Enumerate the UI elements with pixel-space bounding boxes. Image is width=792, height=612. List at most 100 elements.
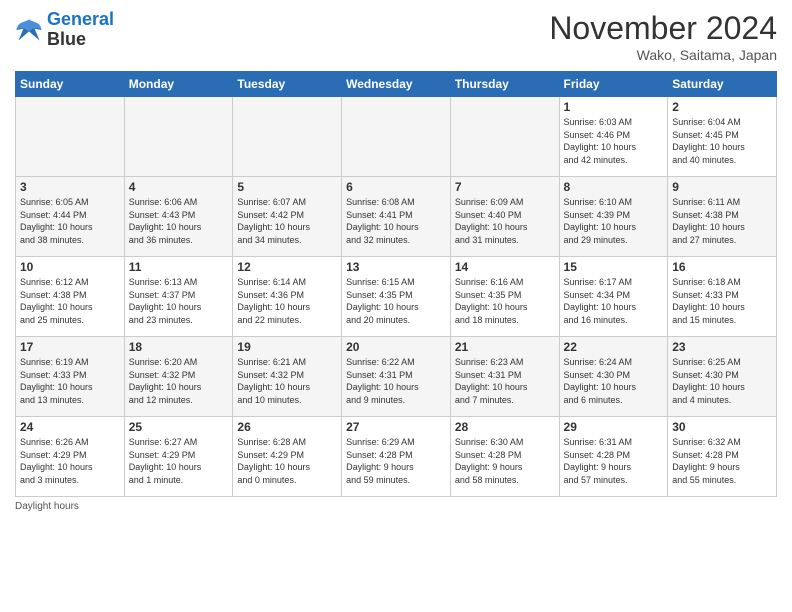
calendar-table: Sunday Monday Tuesday Wednesday Thursday…	[15, 71, 777, 497]
logo-icon	[15, 16, 43, 44]
calendar-week-1: 3Sunrise: 6:05 AM Sunset: 4:44 PM Daylig…	[16, 177, 777, 257]
calendar-cell: 1 Sunrise: 6:03 AM Sunset: 4:46 PM Daylig…	[559, 97, 668, 177]
logo: General Blue	[15, 10, 114, 50]
calendar-week-4: 24 Sunrise: 6:26 AM Sunset: 4:29 PM Dayli…	[16, 417, 777, 497]
calendar-cell: 17Sunrise: 6:19 AM Sunset: 4:33 PM Dayli…	[16, 337, 125, 417]
day-number: 20	[346, 340, 446, 354]
day-number: 1	[564, 100, 664, 114]
calendar-cell: 19 Sunrise: 6:21 AM Sunset: 4:32 PM Dayli…	[233, 337, 342, 417]
day-number: 9	[672, 180, 772, 194]
day-info: Sunrise: 6:17 AM Sunset: 4:34 PM Dayligh…	[564, 276, 664, 326]
header-row: Sunday Monday Tuesday Wednesday Thursday…	[16, 72, 777, 97]
calendar-cell: 10Sunrise: 6:12 AM Sunset: 4:38 PM Dayli…	[16, 257, 125, 337]
day-info: Sunrise: 6:16 AM Sunset: 4:35 PM Dayligh…	[455, 276, 555, 326]
calendar-cell: 3Sunrise: 6:05 AM Sunset: 4:44 PM Daylig…	[16, 177, 125, 257]
col-saturday: Saturday	[668, 72, 777, 97]
footer-note: Daylight hours	[15, 501, 777, 512]
calendar-cell: 5 Sunrise: 6:07 AM Sunset: 4:42 PM Daylig…	[233, 177, 342, 257]
logo-text: General Blue	[47, 10, 114, 50]
calendar-cell: 13 Sunrise: 6:15 AM Sunset: 4:35 PM Dayli…	[342, 257, 451, 337]
calendar-cell: 29 Sunrise: 6:31 AM Sunset: 4:28 PM Dayli…	[559, 417, 668, 497]
day-number: 5	[237, 180, 337, 194]
day-number: 14	[455, 260, 555, 274]
day-number: 12	[237, 260, 337, 274]
page-header: General Blue November 2024 Wako, Saitama…	[15, 10, 777, 63]
day-number: 10	[20, 260, 120, 274]
day-number: 16	[672, 260, 772, 274]
day-info: Sunrise: 6:18 AM Sunset: 4:33 PM Dayligh…	[672, 276, 772, 326]
calendar-cell	[233, 97, 342, 177]
calendar-cell: 11Sunrise: 6:13 AM Sunset: 4:37 PM Dayli…	[124, 257, 233, 337]
col-sunday: Sunday	[16, 72, 125, 97]
calendar-cell	[16, 97, 125, 177]
day-number: 30	[672, 420, 772, 434]
day-info: Sunrise: 6:11 AM Sunset: 4:38 PM Dayligh…	[672, 196, 772, 246]
day-number: 29	[564, 420, 664, 434]
day-info: Sunrise: 6:31 AM Sunset: 4:28 PM Dayligh…	[564, 436, 664, 486]
day-info: Sunrise: 6:14 AM Sunset: 4:36 PM Dayligh…	[237, 276, 337, 326]
day-number: 13	[346, 260, 446, 274]
day-number: 7	[455, 180, 555, 194]
day-number: 17	[20, 340, 120, 354]
day-info: Sunrise: 6:29 AM Sunset: 4:28 PM Dayligh…	[346, 436, 446, 486]
calendar-cell	[450, 97, 559, 177]
day-info: Sunrise: 6:24 AM Sunset: 4:30 PM Dayligh…	[564, 356, 664, 406]
day-info: Sunrise: 6:20 AM Sunset: 4:32 PM Dayligh…	[129, 356, 229, 406]
day-info: Sunrise: 6:13 AM Sunset: 4:37 PM Dayligh…	[129, 276, 229, 326]
calendar-cell: 28Sunrise: 6:30 AM Sunset: 4:28 PM Dayli…	[450, 417, 559, 497]
day-info: Sunrise: 6:07 AM Sunset: 4:42 PM Dayligh…	[237, 196, 337, 246]
calendar-week-3: 17Sunrise: 6:19 AM Sunset: 4:33 PM Dayli…	[16, 337, 777, 417]
col-monday: Monday	[124, 72, 233, 97]
calendar-week-0: 1 Sunrise: 6:03 AM Sunset: 4:46 PM Daylig…	[16, 97, 777, 177]
col-friday: Friday	[559, 72, 668, 97]
day-info: Sunrise: 6:09 AM Sunset: 4:40 PM Dayligh…	[455, 196, 555, 246]
calendar-cell	[342, 97, 451, 177]
day-info: Sunrise: 6:22 AM Sunset: 4:31 PM Dayligh…	[346, 356, 446, 406]
col-wednesday: Wednesday	[342, 72, 451, 97]
day-info: Sunrise: 6:15 AM Sunset: 4:35 PM Dayligh…	[346, 276, 446, 326]
calendar-cell: 4 Sunrise: 6:06 AM Sunset: 4:43 PM Daylig…	[124, 177, 233, 257]
day-info: Sunrise: 6:21 AM Sunset: 4:32 PM Dayligh…	[237, 356, 337, 406]
day-number: 19	[237, 340, 337, 354]
calendar-cell: 25Sunrise: 6:27 AM Sunset: 4:29 PM Dayli…	[124, 417, 233, 497]
day-info: Sunrise: 6:05 AM Sunset: 4:44 PM Dayligh…	[20, 196, 120, 246]
calendar-week-2: 10Sunrise: 6:12 AM Sunset: 4:38 PM Dayli…	[16, 257, 777, 337]
day-info: Sunrise: 6:28 AM Sunset: 4:29 PM Dayligh…	[237, 436, 337, 486]
day-info: Sunrise: 6:23 AM Sunset: 4:31 PM Dayligh…	[455, 356, 555, 406]
day-number: 24	[20, 420, 120, 434]
day-number: 25	[129, 420, 229, 434]
day-number: 28	[455, 420, 555, 434]
day-number: 15	[564, 260, 664, 274]
col-tuesday: Tuesday	[233, 72, 342, 97]
day-info: Sunrise: 6:04 AM Sunset: 4:45 PM Dayligh…	[672, 116, 772, 166]
calendar-cell: 21 Sunrise: 6:23 AM Sunset: 4:31 PM Dayli…	[450, 337, 559, 417]
day-info: Sunrise: 6:10 AM Sunset: 4:39 PM Dayligh…	[564, 196, 664, 246]
calendar-cell: 18 Sunrise: 6:20 AM Sunset: 4:32 PM Dayli…	[124, 337, 233, 417]
calendar-cell: 8Sunrise: 6:10 AM Sunset: 4:39 PM Daylig…	[559, 177, 668, 257]
day-info: Sunrise: 6:08 AM Sunset: 4:41 PM Dayligh…	[346, 196, 446, 246]
day-number: 26	[237, 420, 337, 434]
day-number: 22	[564, 340, 664, 354]
calendar-cell: 15 Sunrise: 6:17 AM Sunset: 4:34 PM Dayli…	[559, 257, 668, 337]
day-info: Sunrise: 6:26 AM Sunset: 4:29 PM Dayligh…	[20, 436, 120, 486]
location: Wako, Saitama, Japan	[549, 47, 777, 63]
page-container: General Blue November 2024 Wako, Saitama…	[0, 0, 792, 517]
calendar-cell: 9 Sunrise: 6:11 AM Sunset: 4:38 PM Daylig…	[668, 177, 777, 257]
day-number: 6	[346, 180, 446, 194]
day-number: 18	[129, 340, 229, 354]
day-info: Sunrise: 6:03 AM Sunset: 4:46 PM Dayligh…	[564, 116, 664, 166]
calendar-cell: 30Sunrise: 6:32 AM Sunset: 4:28 PM Dayli…	[668, 417, 777, 497]
calendar-cell: 14 Sunrise: 6:16 AM Sunset: 4:35 PM Dayli…	[450, 257, 559, 337]
day-number: 21	[455, 340, 555, 354]
day-number: 4	[129, 180, 229, 194]
calendar-cell: 2Sunrise: 6:04 AM Sunset: 4:45 PM Daylig…	[668, 97, 777, 177]
calendar-cell	[124, 97, 233, 177]
calendar-cell: 26 Sunrise: 6:28 AM Sunset: 4:29 PM Dayli…	[233, 417, 342, 497]
calendar-cell: 20 Sunrise: 6:22 AM Sunset: 4:31 PM Dayli…	[342, 337, 451, 417]
calendar-cell: 22 Sunrise: 6:24 AM Sunset: 4:30 PM Dayli…	[559, 337, 668, 417]
calendar-cell: 27 Sunrise: 6:29 AM Sunset: 4:28 PM Dayli…	[342, 417, 451, 497]
calendar-cell: 16 Sunrise: 6:18 AM Sunset: 4:33 PM Dayli…	[668, 257, 777, 337]
day-info: Sunrise: 6:06 AM Sunset: 4:43 PM Dayligh…	[129, 196, 229, 246]
day-number: 27	[346, 420, 446, 434]
month-title: November 2024	[549, 10, 777, 47]
